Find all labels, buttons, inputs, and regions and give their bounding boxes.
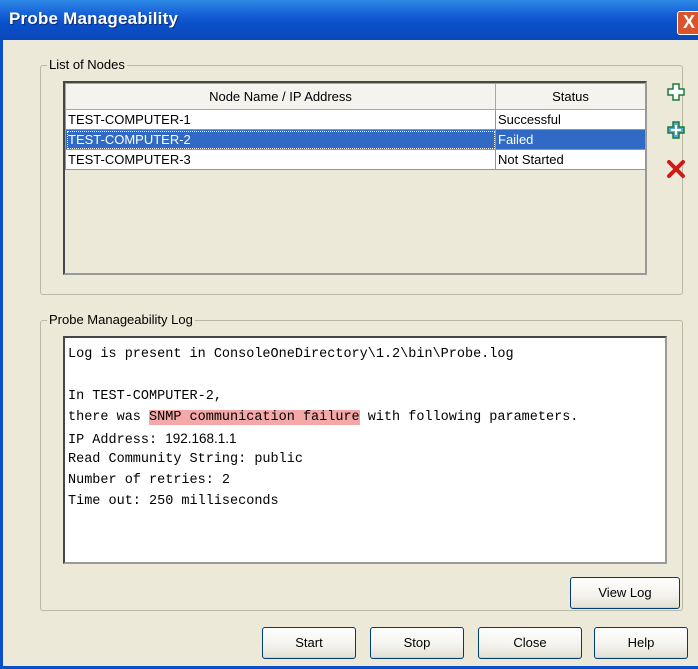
list-of-nodes-legend: List of Nodes bbox=[47, 57, 127, 72]
edit-node-button[interactable] bbox=[665, 119, 687, 141]
ip-label: IP Address: bbox=[68, 433, 166, 448]
node-name-cell: TEST-COMPUTER-3 bbox=[65, 149, 496, 170]
add-node-button[interactable] bbox=[665, 81, 687, 103]
log-text-area[interactable]: Log is present in ConsoleOneDirectory\1.… bbox=[63, 336, 667, 564]
node-status-cell: Not Started bbox=[495, 149, 645, 170]
log-computer-line: In TEST-COMPUTER-2, bbox=[68, 389, 222, 404]
stop-button[interactable]: Stop bbox=[370, 627, 464, 659]
column-header-status[interactable]: Status bbox=[495, 83, 645, 110]
node-name-cell: TEST-COMPUTER-1 bbox=[65, 109, 496, 130]
start-button[interactable]: Start bbox=[262, 627, 356, 659]
log-failure-suffix: with following parameters. bbox=[359, 410, 579, 425]
window-frame-left bbox=[0, 40, 3, 669]
probe-log-legend: Probe Manageability Log bbox=[47, 312, 195, 327]
close-window-button[interactable]: X bbox=[677, 11, 698, 35]
add-node-icon bbox=[667, 83, 685, 101]
log-failure-prefix: there was bbox=[68, 410, 150, 425]
view-log-button[interactable]: View Log bbox=[570, 577, 680, 609]
delete-node-icon bbox=[667, 160, 685, 178]
log-retries-line: Number of retries: 2 bbox=[68, 473, 231, 488]
help-button[interactable]: Help bbox=[594, 627, 688, 659]
log-blank-line bbox=[68, 365, 662, 386]
probe-manageability-dialog: Probe Manageability X List of Nodes Node… bbox=[0, 0, 698, 669]
list-of-nodes-group: List of Nodes Node Name / IP Address Sta… bbox=[40, 57, 685, 295]
probe-log-group: Probe Manageability Log Log is present i… bbox=[40, 312, 683, 611]
log-timeout-line: Time out: 250 milliseconds bbox=[68, 494, 279, 509]
nodes-table-container[interactable]: Node Name / IP Address Status TEST-COMPU… bbox=[63, 81, 647, 275]
nodes-table: Node Name / IP Address Status TEST-COMPU… bbox=[65, 83, 645, 170]
node-status-cell: Successful bbox=[495, 109, 645, 130]
node-status-cell: Failed bbox=[495, 129, 645, 150]
table-row[interactable]: TEST-COMPUTER-3 Not Started bbox=[65, 149, 645, 170]
log-ip-line: IP Address: 192.168.1.1 bbox=[68, 428, 662, 449]
close-button[interactable]: Close bbox=[478, 627, 582, 659]
ip-value: 192.168.1.1 bbox=[165, 431, 237, 446]
table-row[interactable]: TEST-COMPUTER-2 Failed bbox=[65, 129, 645, 150]
window-title: Probe Manageability bbox=[9, 9, 179, 28]
edit-node-icon bbox=[667, 121, 685, 139]
close-icon: X bbox=[682, 12, 695, 32]
log-failure-line: there was SNMP communication failure wit… bbox=[68, 407, 662, 428]
log-community-line: Read Community String: public bbox=[68, 452, 303, 467]
title-bar[interactable]: Probe Manageability X bbox=[0, 0, 698, 40]
delete-node-button[interactable] bbox=[665, 158, 687, 180]
log-path-line: Log is present in ConsoleOneDirectory\1.… bbox=[68, 347, 514, 362]
column-header-node-name[interactable]: Node Name / IP Address bbox=[65, 83, 496, 110]
failure-highlight: SNMP communication failure bbox=[149, 410, 360, 425]
node-name-cell: TEST-COMPUTER-2 bbox=[65, 129, 496, 150]
table-row[interactable]: TEST-COMPUTER-1 Successful bbox=[65, 109, 645, 130]
